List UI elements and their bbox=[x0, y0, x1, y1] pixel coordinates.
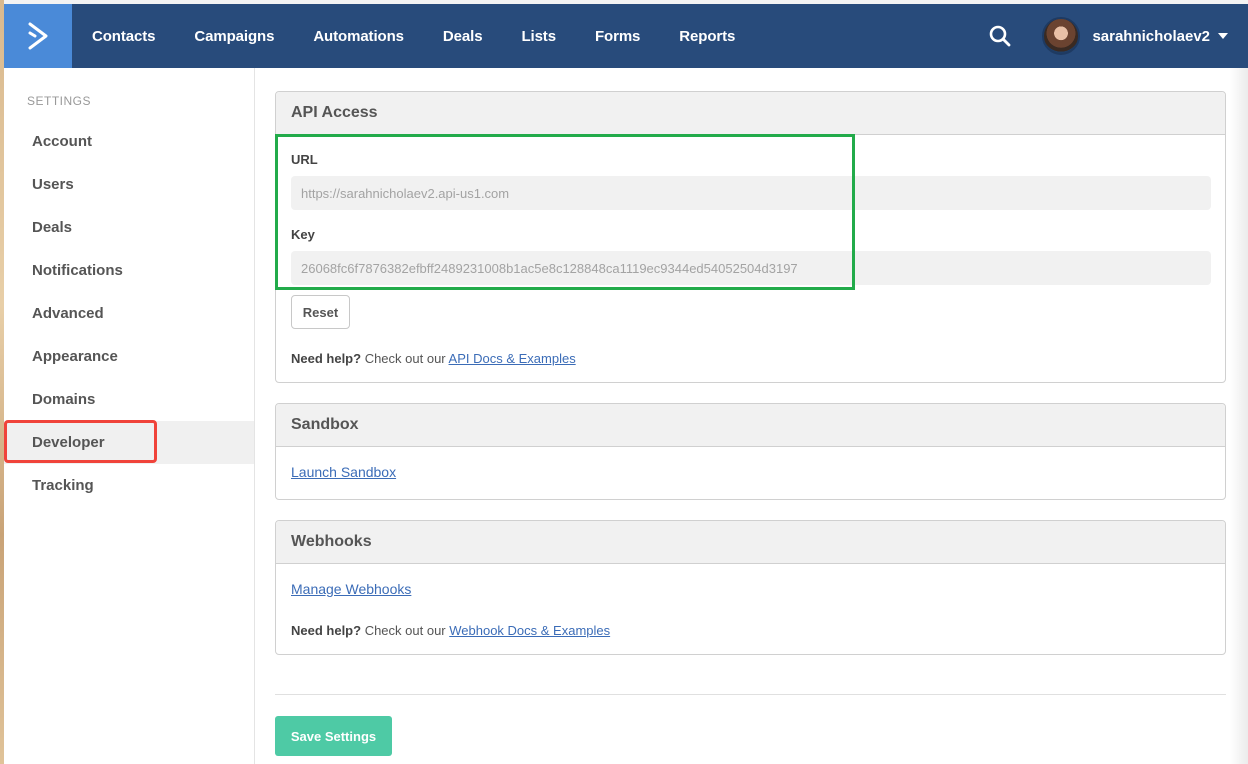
nav-item-automations[interactable]: Automations bbox=[313, 28, 404, 45]
nav-item-reports[interactable]: Reports bbox=[679, 28, 735, 45]
logo-button[interactable] bbox=[4, 4, 72, 68]
nav-right-area: sarahnicholaev2 bbox=[988, 4, 1248, 68]
sandbox-panel: Sandbox Launch Sandbox bbox=[275, 403, 1226, 500]
sidebar-item-account[interactable]: Account bbox=[4, 120, 254, 163]
help-bold-label: Need help? bbox=[291, 623, 362, 638]
help-text: Check out our bbox=[361, 623, 450, 638]
sidebar-item-appearance[interactable]: Appearance bbox=[4, 335, 254, 378]
reset-key-button[interactable]: Reset bbox=[291, 295, 350, 329]
nav-item-contacts[interactable]: Contacts bbox=[92, 28, 155, 45]
help-bold-label: Need help? bbox=[291, 351, 362, 366]
sidebar-item-domains[interactable]: Domains bbox=[4, 378, 254, 421]
settings-sidebar: SETTINGS Account Users Deals Notificatio… bbox=[4, 68, 255, 764]
webhook-docs-link[interactable]: Webhook Docs & Examples bbox=[449, 623, 610, 638]
sidebar-item-notifications[interactable]: Notifications bbox=[4, 249, 254, 292]
user-avatar[interactable] bbox=[1042, 17, 1081, 55]
launch-sandbox-link[interactable]: Launch Sandbox bbox=[291, 464, 396, 480]
activecampaign-chevron-logo-icon bbox=[28, 22, 48, 50]
sidebar-heading: SETTINGS bbox=[27, 94, 92, 108]
main-content: API Access URL Key Reset Need help? Chec… bbox=[256, 68, 1248, 764]
sidebar-item-advanced[interactable]: Advanced bbox=[4, 292, 254, 335]
chevron-down-icon[interactable] bbox=[1218, 33, 1228, 39]
nav-item-deals[interactable]: Deals bbox=[443, 28, 483, 45]
sidebar-item-tracking[interactable]: Tracking bbox=[4, 464, 254, 507]
top-navigation-bar: Contacts Campaigns Automations Deals Lis… bbox=[4, 4, 1248, 68]
webhook-help-text: Need help? Check out our Webhook Docs & … bbox=[291, 623, 610, 638]
sidebar-item-users[interactable]: Users bbox=[4, 163, 254, 206]
help-text: Check out our bbox=[361, 351, 449, 366]
sidebar-item-deals[interactable]: Deals bbox=[4, 206, 254, 249]
nav-item-lists[interactable]: Lists bbox=[521, 28, 556, 45]
webhooks-title: Webhooks bbox=[276, 521, 1225, 564]
footer-divider bbox=[275, 694, 1226, 695]
api-access-title: API Access bbox=[276, 92, 1225, 135]
key-label: Key bbox=[291, 227, 315, 242]
nav-item-campaigns[interactable]: Campaigns bbox=[194, 28, 274, 45]
username-menu[interactable]: sarahnicholaev2 bbox=[1092, 28, 1210, 45]
api-help-text: Need help? Check out our API Docs & Exam… bbox=[291, 351, 576, 366]
api-key-field[interactable] bbox=[291, 251, 1211, 285]
sidebar-item-developer[interactable]: Developer bbox=[4, 421, 254, 464]
api-access-panel: API Access URL Key Reset Need help? Chec… bbox=[275, 91, 1226, 383]
nav-menu: Contacts Campaigns Automations Deals Lis… bbox=[92, 28, 774, 45]
api-docs-link[interactable]: API Docs & Examples bbox=[449, 351, 576, 366]
url-label: URL bbox=[291, 152, 318, 167]
search-icon[interactable] bbox=[988, 24, 1012, 48]
nav-item-forms[interactable]: Forms bbox=[595, 28, 640, 45]
save-settings-button[interactable]: Save Settings bbox=[275, 716, 392, 756]
manage-webhooks-link[interactable]: Manage Webhooks bbox=[291, 581, 411, 597]
sandbox-title: Sandbox bbox=[276, 404, 1225, 447]
api-url-field[interactable] bbox=[291, 176, 1211, 210]
scrollbar-track[interactable] bbox=[1230, 68, 1248, 764]
webhooks-panel: Webhooks Manage Webhooks Need help? Chec… bbox=[275, 520, 1226, 655]
